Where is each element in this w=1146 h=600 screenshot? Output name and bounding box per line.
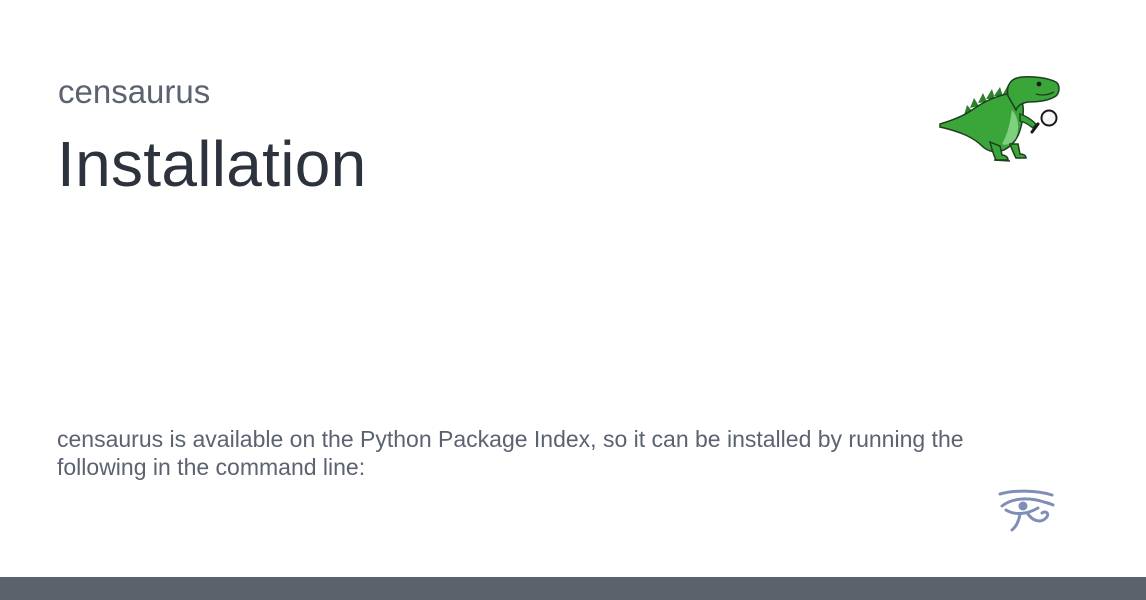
footer-bar <box>0 577 1146 600</box>
social-preview-card: censaurus Installation censaurus is avai… <box>0 0 1146 600</box>
dinosaur-magnifier-logo-icon <box>939 76 1060 162</box>
dino-eye <box>1036 81 1042 87</box>
page-title: Installation <box>57 128 367 200</box>
page-description: censaurus is available on the Python Pac… <box>57 426 964 480</box>
eye-pupil <box>1018 501 1028 511</box>
magnifying-glass-icon <box>1030 109 1058 134</box>
eye-of-horus-icon <box>998 489 1055 532</box>
site-name: censaurus <box>58 73 211 110</box>
dino-arm <box>1019 113 1037 129</box>
